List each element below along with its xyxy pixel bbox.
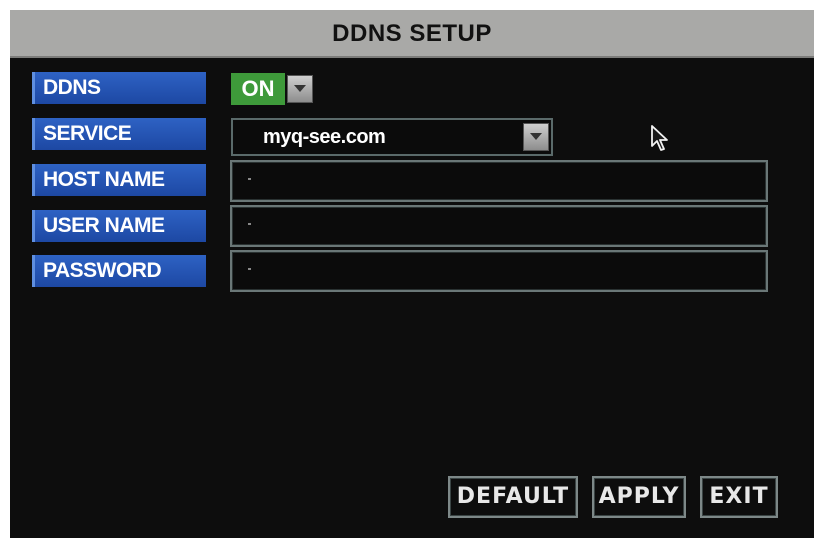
host-name-label: HOST NAME [32,164,206,196]
password-field[interactable] [230,250,768,292]
mouse-pointer-icon [651,125,668,151]
ddns-setup-screen: DDNS SETUP DDNS ON SERVICE myq-see.com H… [10,10,814,538]
service-dropdown-button[interactable] [523,123,549,151]
ddns-value[interactable]: ON [231,73,285,105]
user-name-label: USER NAME [32,210,206,242]
ddns-dropdown-button[interactable] [287,75,313,103]
text-caret [248,178,251,180]
ddns-label: DDNS [32,72,206,104]
exit-button[interactable]: EXIT [700,476,778,518]
host-name-field[interactable] [230,160,768,202]
service-select[interactable]: myq-see.com [231,118,553,156]
ddns-select[interactable]: ON [231,73,315,105]
text-caret [248,223,251,225]
password-label: PASSWORD [32,255,206,287]
service-value: myq-see.com [263,126,386,148]
chevron-down-icon [294,85,306,92]
service-label: SERVICE [32,118,206,150]
user-name-field[interactable] [230,205,768,247]
chevron-down-icon [530,133,542,140]
default-button[interactable]: DEFAULT [448,476,578,518]
apply-button[interactable]: APPLY [592,476,686,518]
text-caret [248,268,251,270]
page-title: DDNS SETUP [10,10,814,58]
